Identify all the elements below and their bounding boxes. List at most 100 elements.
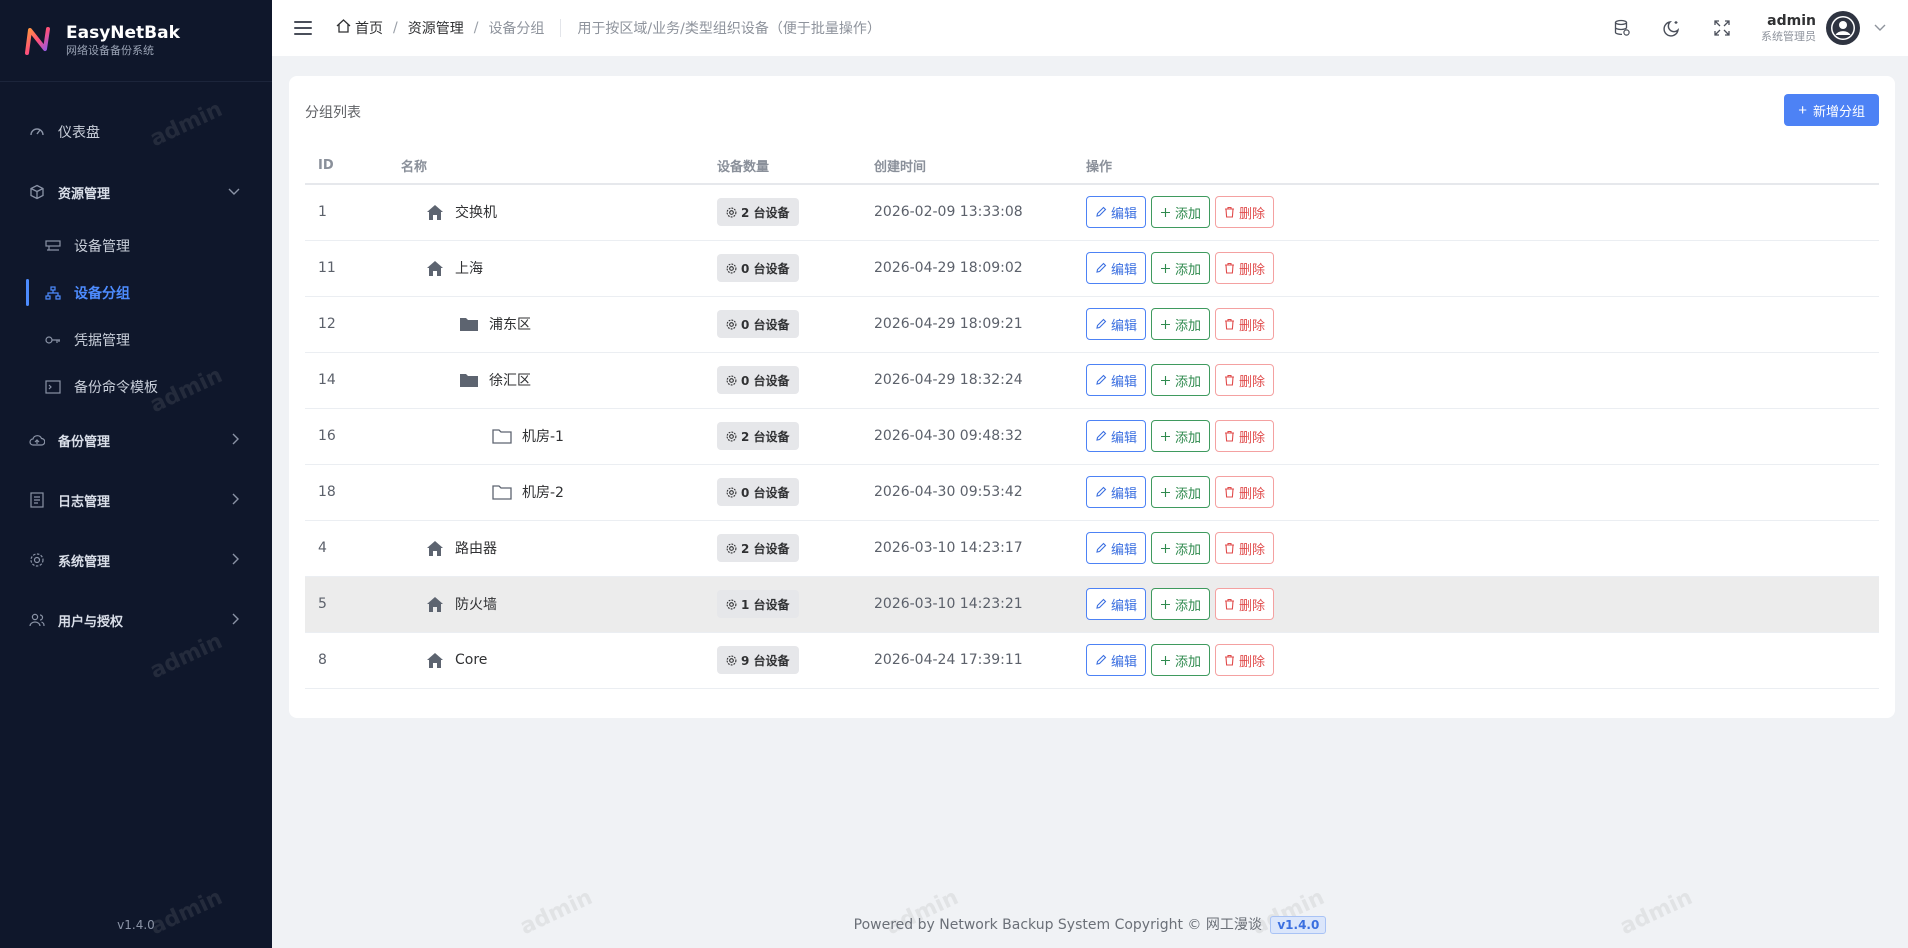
row-actions: 编辑 添加 删除 [1086, 644, 1879, 676]
edit-label: 编辑 [1111, 261, 1138, 277]
delete-button[interactable]: 删除 [1215, 308, 1275, 340]
delete-button[interactable]: 删除 [1215, 420, 1275, 452]
sidebar-group-users[interactable]: 用户与授权 [0, 590, 272, 650]
pencil-icon [1095, 318, 1107, 330]
device-count-badge: 2 台设备 [717, 198, 799, 227]
add-child-button[interactable]: 添加 [1151, 532, 1211, 564]
user-name: admin [1767, 13, 1816, 29]
add-child-button[interactable]: 添加 [1151, 476, 1211, 508]
menu-toggle-icon[interactable] [294, 21, 312, 35]
table-row[interactable]: 5 防火墙 1 台设备 2026-03-10 14:23:21 编辑 添加 删除 [305, 576, 1879, 633]
add-label: 添加 [1175, 597, 1202, 613]
sidebar-group-label: 资源管理 [58, 186, 111, 202]
delete-button[interactable]: 删除 [1215, 476, 1275, 508]
breadcrumb-resource[interactable]: 资源管理 [408, 18, 464, 38]
edit-button[interactable]: 编辑 [1086, 364, 1147, 396]
row-id: 1 [305, 184, 388, 241]
chevron-right-icon [232, 433, 240, 448]
sidebar-group-resource[interactable]: 资源管理 [0, 162, 272, 222]
edit-label: 编辑 [1111, 373, 1138, 389]
avatar[interactable] [1826, 11, 1860, 45]
trash-icon [1224, 262, 1235, 274]
user-role: 系统管理员 [1761, 30, 1816, 43]
trash-icon [1224, 654, 1235, 666]
edit-label: 编辑 [1111, 429, 1138, 445]
user-menu[interactable]: admin 系统管理员 [1761, 11, 1886, 45]
column-header-count[interactable]: 设备数量 [704, 148, 861, 185]
trash-icon [1224, 318, 1235, 330]
sidebar-group-system[interactable]: 系统管理 [0, 530, 272, 590]
table-row[interactable]: 12 浦东区 0 台设备 2026-04-29 18:09:21 编辑 添加 删除 [305, 296, 1879, 353]
column-header-name[interactable]: 名称 [388, 148, 704, 185]
sidebar-item-device-groups[interactable]: 设备分组 [0, 269, 272, 316]
add-child-button[interactable]: 添加 [1151, 252, 1211, 284]
plus-icon [1160, 207, 1171, 218]
table-row[interactable]: 1 交换机 2 台设备 2026-02-09 13:33:08 编辑 添加 删除 [305, 184, 1879, 241]
column-header-created[interactable]: 创建时间 [861, 148, 1073, 185]
sidebar-group-backup[interactable]: 备份管理 [0, 410, 272, 470]
add-group-button[interactable]: + 新增分组 [1784, 94, 1879, 126]
sidebar-item-dashboard[interactable]: 仪表盘 [0, 102, 272, 162]
house-icon [425, 203, 445, 221]
delete-button[interactable]: 删除 [1215, 588, 1275, 620]
sidebar-item-label: 设备管理 [74, 238, 130, 255]
add-child-button[interactable]: 添加 [1151, 308, 1211, 340]
pencil-icon [1095, 206, 1107, 218]
delete-label: 删除 [1239, 261, 1266, 277]
delete-label: 删除 [1239, 429, 1266, 445]
edit-button[interactable]: 编辑 [1086, 644, 1147, 676]
device-count-text: 2 台设备 [741, 205, 790, 220]
add-child-button[interactable]: 添加 [1151, 644, 1211, 676]
edit-button[interactable]: 编辑 [1086, 532, 1147, 564]
device-count-icon [726, 487, 737, 498]
edit-button[interactable]: 编辑 [1086, 252, 1147, 284]
sidebar-item-command-templates[interactable]: 备份命令模板 [0, 363, 272, 410]
add-child-button[interactable]: 添加 [1151, 588, 1211, 620]
sidebar-item-devices[interactable]: 设备管理 [0, 222, 272, 269]
add-child-button[interactable]: 添加 [1151, 420, 1211, 452]
row-created-time: 2026-04-30 09:48:32 [861, 408, 1073, 465]
edit-button[interactable]: 编辑 [1086, 476, 1147, 508]
fullscreen-icon[interactable] [1711, 17, 1733, 39]
pencil-icon [1095, 486, 1107, 498]
device-count-icon [726, 543, 737, 554]
edit-button[interactable]: 编辑 [1086, 588, 1147, 620]
delete-button[interactable]: 删除 [1215, 364, 1275, 396]
table-row[interactable]: 18 机房-2 0 台设备 2026-04-30 09:53:42 编辑 添加 删除 [305, 464, 1879, 521]
sidebar-group-logs[interactable]: 日志管理 [0, 470, 272, 530]
breadcrumb-home[interactable]: 首页 [355, 18, 383, 38]
delete-button[interactable]: 删除 [1215, 196, 1275, 229]
server-icon [44, 237, 62, 255]
delete-button[interactable]: 删除 [1215, 644, 1275, 676]
edit-label: 编辑 [1111, 597, 1138, 613]
table-row[interactable]: 14 徐汇区 0 台设备 2026-04-29 18:32:24 编辑 添加 删除 [305, 352, 1879, 409]
table-header-row: ID 名称 设备数量 创建时间 操作 [305, 148, 1879, 185]
delete-button[interactable]: 删除 [1215, 532, 1275, 564]
device-count-text: 9 台设备 [741, 653, 790, 668]
brand[interactable]: EasyNetBak 网络设备备份系统 [0, 0, 272, 82]
row-created-time: 2026-03-10 14:23:17 [861, 520, 1073, 577]
sidebar-item-credentials[interactable]: 凭据管理 [0, 316, 272, 363]
row-created-time: 2026-03-10 14:23:21 [861, 576, 1073, 633]
table-row[interactable]: 4 路由器 2 台设备 2026-03-10 14:23:17 编辑 添加 删除 [305, 520, 1879, 577]
table-row[interactable]: 16 机房-1 2 台设备 2026-04-30 09:48:32 编辑 添加 删除 [305, 408, 1879, 465]
edit-button[interactable]: 编辑 [1086, 308, 1147, 340]
table-row[interactable]: 8 Core 9 台设备 2026-04-24 17:39:11 编辑 添加 删除 [305, 632, 1879, 689]
delete-label: 删除 [1239, 485, 1266, 501]
add-child-button[interactable]: 添加 [1151, 196, 1211, 229]
row-id: 5 [305, 576, 388, 633]
row-created-time: 2026-04-29 18:09:21 [861, 296, 1073, 353]
column-header-id[interactable]: ID [305, 148, 388, 185]
key-icon [44, 331, 62, 349]
database-icon[interactable] [1611, 17, 1633, 39]
delete-button[interactable]: 删除 [1215, 252, 1275, 284]
row-name-cell: 防火墙 [401, 594, 704, 614]
add-child-button[interactable]: 添加 [1151, 364, 1211, 396]
table-row[interactable]: 11 上海 0 台设备 2026-04-29 18:09:02 编辑 添加 删除 [305, 240, 1879, 297]
edit-button[interactable]: 编辑 [1086, 420, 1147, 452]
group-list-card: 分组列表 + 新增分组 ID 名称 设备数量 创建时间 操作 1 交换机 2 台设备… [289, 76, 1895, 718]
row-id: 18 [305, 464, 388, 521]
moon-icon[interactable] [1661, 17, 1683, 39]
device-count-text: 2 台设备 [741, 429, 790, 444]
edit-button[interactable]: 编辑 [1086, 196, 1147, 229]
